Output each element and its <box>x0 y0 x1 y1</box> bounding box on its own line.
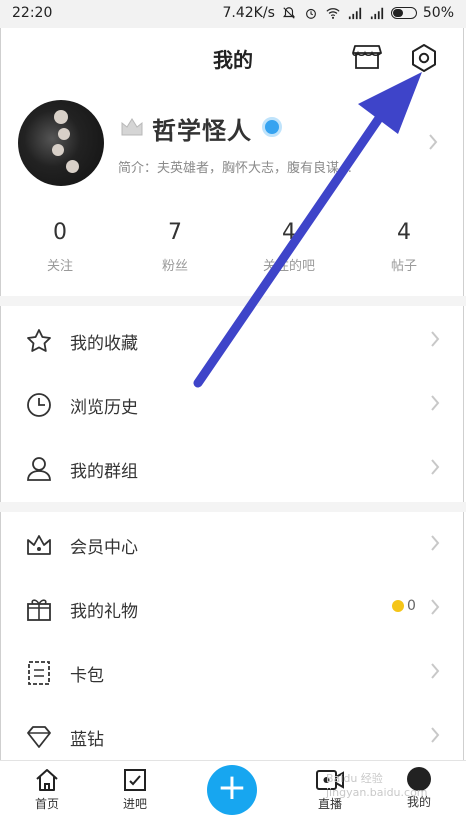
person-group-icon <box>27 457 51 481</box>
signal-icon-1 <box>348 7 361 20</box>
page-header: 我的 <box>0 28 466 88</box>
stat-label: 帖子 <box>390 259 417 274</box>
stat-posts[interactable]: 4 帖子 <box>349 220 459 274</box>
chevron-right-icon <box>429 134 438 150</box>
menu-item-label: 我的收藏 <box>70 334 138 354</box>
gift-count: 0 <box>407 598 416 614</box>
alarm-icon <box>305 8 316 19</box>
clock-icon <box>27 393 51 417</box>
menu-item-label: 卡包 <box>70 666 104 686</box>
stat-value: 7 <box>168 220 182 245</box>
status-time: 22:20 <box>12 5 53 21</box>
stat-label: 粉丝 <box>161 259 188 274</box>
network-speed: 7.42K/s <box>222 5 275 21</box>
avatar[interactable] <box>18 100 104 186</box>
home-icon <box>36 769 58 791</box>
nav-label: 进吧 <box>122 797 147 811</box>
menu-item-label: 蓝钻 <box>70 730 104 750</box>
menu-item-history[interactable]: 浏览历史 <box>0 372 466 436</box>
storefront-icon[interactable] <box>352 42 382 72</box>
mute-bell-icon <box>282 7 295 19</box>
hexagon-settings-icon[interactable] <box>408 42 440 74</box>
chevron-right-icon <box>431 459 440 475</box>
status-bar: 22:20 7.42K/s 50% <box>0 0 466 28</box>
menu-item-label: 我的群组 <box>70 462 138 482</box>
page-title: 我的 <box>213 48 253 72</box>
level-badge-icon <box>121 118 143 136</box>
stat-value: 4 <box>397 220 411 245</box>
menu-item-label: 我的礼物 <box>70 602 138 622</box>
battery-percent: 50% <box>422 5 454 21</box>
chevron-right-icon <box>431 727 440 743</box>
menu-item-gifts[interactable]: 我的礼物 0 <box>0 576 466 640</box>
nav-label: 首页 <box>34 797 59 811</box>
stat-value: 0 <box>53 220 67 245</box>
stat-label: 关注的吧 <box>262 259 315 274</box>
stat-label: 关注 <box>46 259 73 274</box>
section-divider <box>0 502 466 512</box>
signal-icon-2 <box>370 7 383 20</box>
profile-card[interactable]: 哲学怪人 简介：夫英雄者，胸怀大志，腹有良谋… <box>0 95 466 195</box>
stat-followers[interactable]: 7 粉丝 <box>120 220 230 274</box>
chevron-right-icon <box>431 599 440 615</box>
menu-item-blue-diamond[interactable]: 蓝钻 <box>0 704 466 768</box>
create-post-button[interactable]: + <box>207 765 257 815</box>
status-right: 7.42K/s 50% <box>223 5 455 21</box>
stat-following[interactable]: 0 关注 <box>5 220 115 274</box>
coin-icon <box>392 600 404 612</box>
section-divider <box>0 296 466 306</box>
menu-item-label: 会员中心 <box>70 538 138 558</box>
gift-count-badge: 0 <box>392 598 416 614</box>
stat-value: 4 <box>282 220 296 245</box>
watermark-text: Baidu 经验 jingyan.baidu.com <box>326 772 428 799</box>
enter-bar-icon <box>124 769 146 791</box>
star-outline-icon <box>27 329 51 352</box>
menu-item-groups[interactable]: 我的群组 <box>0 436 466 500</box>
diamond-icon <box>27 726 51 748</box>
wifi-icon <box>326 8 340 19</box>
nav-home[interactable]: 首页 <box>12 767 82 812</box>
profile-name: 哲学怪人 <box>152 117 252 145</box>
chevron-right-icon <box>431 331 440 347</box>
card-wallet-icon <box>28 661 50 685</box>
battery-icon <box>390 7 417 19</box>
crown-icon <box>27 535 51 555</box>
chevron-right-icon <box>431 395 440 411</box>
menu-item-membership[interactable]: 会员中心 <box>0 512 466 576</box>
chevron-right-icon <box>431 663 440 679</box>
profile-bio: 简介：夫英雄者，胸怀大志，腹有良谋… <box>118 161 353 176</box>
menu-item-favorites[interactable]: 我的收藏 <box>0 308 466 372</box>
stat-followed-bars[interactable]: 4 关注的吧 <box>234 220 344 274</box>
verified-icon <box>262 117 282 137</box>
chevron-right-icon <box>431 535 440 551</box>
nav-enter-bar[interactable]: 进吧 <box>100 767 170 812</box>
menu-item-label: 浏览历史 <box>70 398 138 418</box>
stats-row: 0 关注 7 粉丝 4 关注的吧 4 帖子 <box>0 220 466 290</box>
gift-icon <box>27 599 51 621</box>
menu-item-card-wallet[interactable]: 卡包 <box>0 640 466 704</box>
